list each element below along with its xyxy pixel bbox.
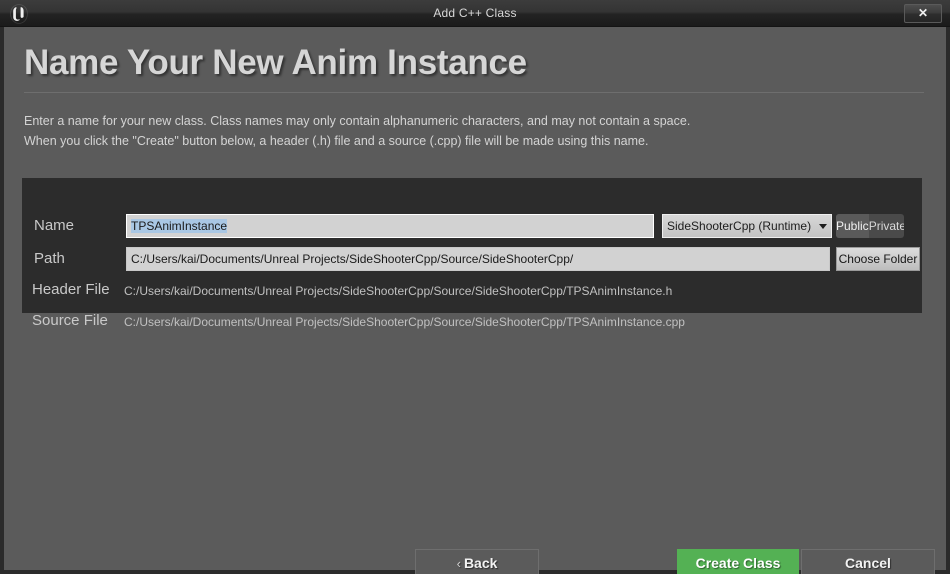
class-scope-toggle[interactable]: Public Private (836, 214, 904, 238)
path-input-value: C:/Users/kai/Documents/Unreal Projects/S… (131, 252, 574, 266)
create-class-button[interactable]: Create Class (677, 549, 799, 574)
cancel-button[interactable]: Cancel (801, 549, 935, 574)
page-title: Name Your New Anim Instance (24, 43, 527, 82)
module-select-value: SideShooterCpp (Runtime) (667, 219, 812, 233)
source-file-value: C:/Users/kai/Documents/Unreal Projects/S… (124, 315, 685, 329)
back-button[interactable]: ‹ Back (415, 549, 539, 574)
name-input[interactable]: TPSAnimInstance (126, 214, 654, 238)
scope-public-button[interactable]: Public (836, 214, 869, 238)
title-bar: Add C++ Class ✕ (0, 0, 950, 27)
class-settings-panel: Name TPSAnimInstance SideShooterCpp (Run… (22, 178, 922, 329)
header-file-value: C:/Users/kai/Documents/Unreal Projects/S… (124, 284, 673, 298)
add-cpp-class-dialog: Add C++ Class ✕ Name Your New Anim Insta… (0, 0, 950, 574)
path-label: Path (34, 250, 65, 267)
name-input-value: TPSAnimInstance (131, 219, 228, 233)
chevron-down-icon (819, 223, 827, 229)
header-file-label: Header File (32, 281, 110, 298)
dialog-body: Name Your New Anim Instance Enter a name… (0, 27, 950, 574)
source-file-label: Source File (32, 312, 108, 329)
window-title: Add C++ Class (433, 6, 517, 20)
title-divider (24, 92, 924, 93)
back-button-label: Back (463, 555, 498, 571)
choose-folder-button[interactable]: Choose Folder (836, 247, 920, 271)
description-line-2: When you click the "Create" button below… (24, 134, 649, 148)
unreal-engine-logo-icon (6, 2, 32, 26)
scope-private-button[interactable]: Private (869, 214, 904, 238)
path-input[interactable]: C:/Users/kai/Documents/Unreal Projects/S… (126, 247, 830, 271)
name-label: Name (34, 217, 75, 234)
description-line-1: Enter a name for your new class. Class n… (24, 114, 691, 128)
chevron-left-icon: ‹ (456, 556, 461, 571)
module-select[interactable]: SideShooterCpp (Runtime) (662, 214, 832, 238)
close-icon[interactable]: ✕ (904, 4, 942, 23)
